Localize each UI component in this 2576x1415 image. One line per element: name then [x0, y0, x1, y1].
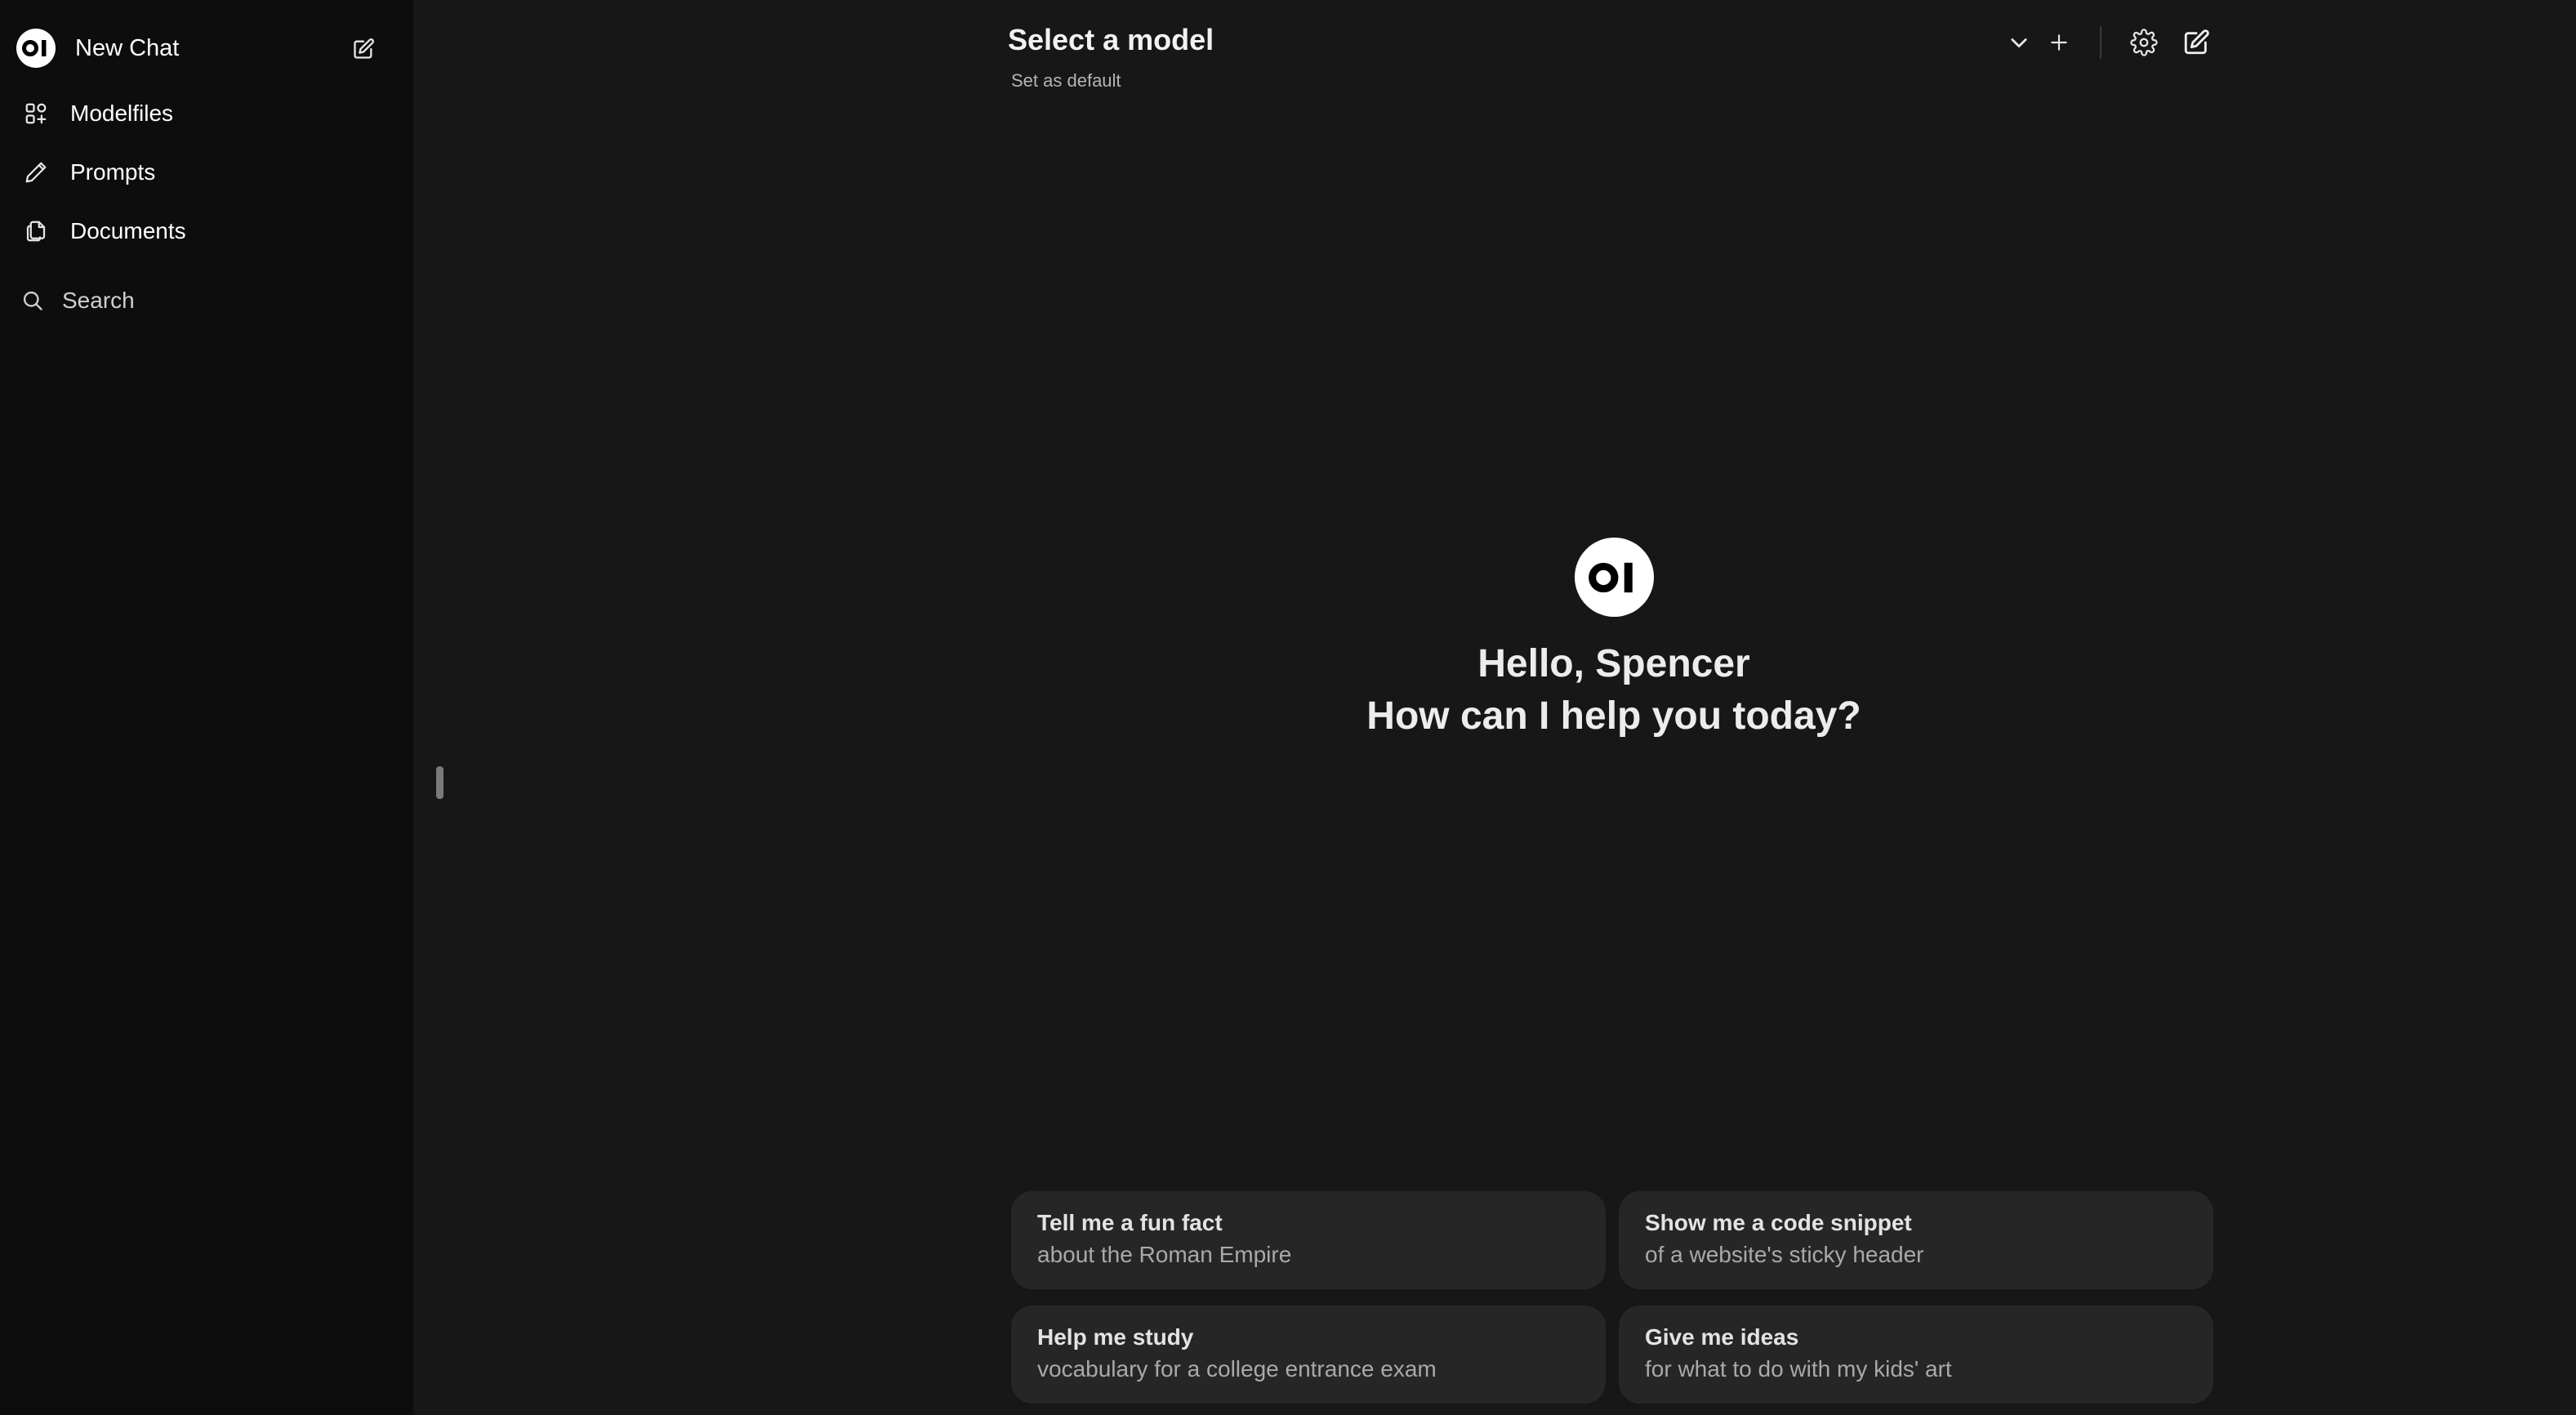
- app-window: New Chat Modelfiles Prompts Documents Se…: [0, 0, 2576, 1415]
- new-chat-button[interactable]: New Chat: [16, 28, 381, 69]
- search-icon: [16, 289, 49, 312]
- gear-icon[interactable]: [2126, 25, 2162, 60]
- greeting-subtitle: How can I help you today?: [1366, 694, 1861, 738]
- suggestion-detail: about the Roman Empire: [1037, 1242, 1292, 1267]
- sidebar-item-label: Documents: [70, 218, 186, 243]
- model-selector[interactable]: Select a model: [1008, 23, 1214, 57]
- suggestion-title: Tell me a fun fact: [1037, 1210, 1223, 1235]
- welcome-hero: Hello, Spencer How can I help you today?: [1328, 538, 1900, 743]
- set-default-button[interactable]: Set as default: [1011, 70, 1121, 92]
- suggestion-card[interactable]: Show me a code snippet of a website's st…: [1619, 1191, 2213, 1289]
- header-divider: [2100, 26, 2101, 59]
- search-placeholder: Search: [62, 288, 135, 313]
- pencil-icon: [16, 160, 56, 185]
- sidebar-resize-handle[interactable]: [436, 766, 443, 799]
- sidebar-item-prompts[interactable]: Prompts: [16, 150, 381, 195]
- chevron-down-icon[interactable]: [2001, 25, 2037, 60]
- compose-icon[interactable]: [351, 37, 376, 61]
- suggestion-card[interactable]: Give me ideas for what to do with my kid…: [1619, 1306, 2213, 1404]
- search-input[interactable]: Search: [16, 276, 381, 325]
- app-logo-large: [1574, 538, 1654, 617]
- documents-icon: [16, 219, 56, 243]
- app-logo: [16, 29, 56, 68]
- logo-mark-icon: [1589, 562, 1633, 592]
- logo-mark-icon: [22, 40, 47, 56]
- add-model-icon[interactable]: [2041, 25, 2077, 60]
- sidebar-item-label: Prompts: [70, 159, 156, 185]
- sidebar: New Chat Modelfiles Prompts Documents Se…: [0, 0, 413, 1415]
- suggestion-title: Give me ideas: [1645, 1324, 1799, 1350]
- sidebar-item-documents[interactable]: Documents: [16, 208, 381, 254]
- modelfiles-icon: [16, 101, 56, 126]
- suggestion-card[interactable]: Tell me a fun fact about the Roman Empir…: [1011, 1191, 1606, 1289]
- suggestion-detail: vocabulary for a college entrance exam: [1037, 1356, 1437, 1382]
- suggestion-detail: for what to do with my kids' art: [1645, 1356, 1952, 1382]
- suggestion-title: Help me study: [1037, 1324, 1194, 1350]
- new-chat-icon[interactable]: [2178, 25, 2214, 60]
- suggestion-card[interactable]: Help me study vocabulary for a college e…: [1011, 1306, 1606, 1404]
- chat-main: Select a model Set as default Hello, Spe…: [413, 0, 2576, 1415]
- new-chat-label: New Chat: [75, 34, 180, 61]
- suggestion-detail: of a website's sticky header: [1645, 1242, 1924, 1267]
- greeting-text: Hello, Spencer: [1477, 642, 1750, 685]
- sidebar-item-modelfiles[interactable]: Modelfiles: [16, 91, 381, 136]
- suggestion-title: Show me a code snippet: [1645, 1210, 1912, 1235]
- sidebar-item-label: Modelfiles: [70, 100, 174, 126]
